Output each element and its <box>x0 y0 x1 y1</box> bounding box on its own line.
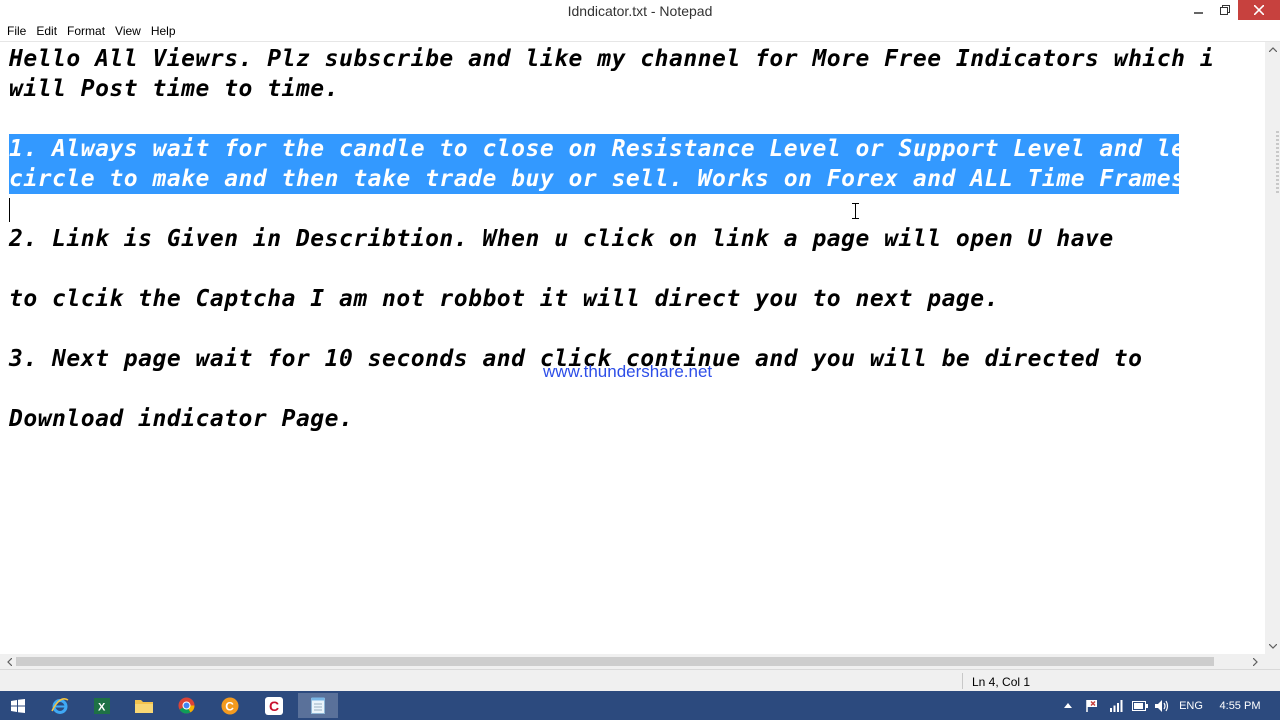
taskbar-file-explorer[interactable] <box>124 693 164 718</box>
tray-volume[interactable] <box>1152 691 1172 720</box>
start-button[interactable] <box>0 693 36 718</box>
windows-start-icon <box>11 698 25 713</box>
text-line-2: will Post time to time. <box>9 76 339 102</box>
flag-icon <box>1086 699 1097 712</box>
menu-edit[interactable]: Edit <box>31 22 62 41</box>
file-explorer-icon <box>135 700 153 713</box>
watermark-text: www.thundershare.net <box>543 362 713 381</box>
camtasia-icon: C <box>265 696 283 715</box>
menu-file[interactable]: File <box>2 22 31 41</box>
chrome-icon <box>178 697 194 714</box>
chevron-up-icon <box>1268 47 1277 52</box>
menu-view[interactable]: View <box>110 22 146 41</box>
chevron-up-icon <box>1064 703 1072 708</box>
taskbar-ie[interactable] <box>40 693 80 718</box>
restore-icon <box>1220 5 1230 15</box>
excel-icon: X <box>94 697 110 714</box>
scroll-up-button[interactable] <box>1265 42 1280 57</box>
chevron-right-icon <box>1253 657 1258 666</box>
menu-bar: File Edit Format View Help <box>0 22 1280 41</box>
network-icon <box>1109 700 1122 712</box>
menu-format[interactable]: Format <box>62 22 110 41</box>
title-bar: Idndicator.txt - Notepad <box>0 0 1280 22</box>
tray-power[interactable] <box>1130 691 1150 720</box>
svg-text:C: C <box>225 699 234 713</box>
tray-clock[interactable]: 4:55 PM <box>1212 691 1268 720</box>
taskbar-excel[interactable]: X <box>82 693 122 718</box>
scrollbar-corner <box>1265 654 1280 669</box>
text-line-13: Download indicator Page. <box>9 406 354 432</box>
taskbar-orange-app[interactable]: C <box>210 693 250 718</box>
taskbar-notepad[interactable] <box>298 693 338 718</box>
selected-text-line-1: 1. Always wait for the candle to close o… <box>9 134 1200 164</box>
scroll-down-button[interactable] <box>1265 639 1280 654</box>
scroll-left-button[interactable] <box>2 654 17 669</box>
status-bar: Ln 4, Col 1 <box>0 669 1280 691</box>
text-line-7: 2. Link is Given in Describtion. When u … <box>9 226 1114 252</box>
scroll-thumb-horizontal[interactable] <box>16 657 1214 666</box>
scroll-right-button[interactable] <box>1248 654 1263 669</box>
svg-text:X: X <box>98 701 106 713</box>
i-beam-cursor-icon <box>852 203 859 219</box>
tray-show-hidden[interactable] <box>1060 691 1076 720</box>
selected-text-line-2: circle to make and then take trade buy o… <box>9 164 1200 194</box>
taskbar: X C C ENG 4:55 PM <box>0 691 1280 720</box>
internet-explorer-icon <box>51 697 69 714</box>
minimize-button[interactable] <box>1186 0 1212 20</box>
taskbar-camtasia[interactable]: C <box>254 693 294 718</box>
chevron-left-icon <box>7 657 12 666</box>
close-icon <box>1254 5 1264 15</box>
volume-icon <box>1155 699 1169 712</box>
scroll-thumb-vertical[interactable] <box>1266 130 1279 194</box>
svg-text:C: C <box>269 698 279 714</box>
tray-action-center[interactable] <box>1082 691 1102 720</box>
tray-language[interactable]: ENG <box>1176 691 1206 720</box>
orange-app-icon: C <box>221 697 239 714</box>
taskbar-chrome[interactable] <box>166 693 206 718</box>
chevron-down-icon <box>1268 644 1277 649</box>
text-line-9: to clcik the Captcha I am not robbot it … <box>9 286 999 312</box>
minimize-icon <box>1194 12 1203 14</box>
tray-network[interactable] <box>1106 691 1126 720</box>
close-button[interactable] <box>1238 0 1280 20</box>
menu-help[interactable]: Help <box>146 22 181 41</box>
battery-icon <box>1132 700 1148 711</box>
text-line-1: Hello All Viewrs. Plz subscribe and like… <box>9 46 1215 72</box>
status-divider <box>962 673 963 689</box>
text-caret <box>9 198 10 222</box>
vertical-scrollbar[interactable] <box>1265 42 1280 654</box>
cursor-position: Ln 4, Col 1 <box>972 675 1031 689</box>
horizontal-scrollbar[interactable] <box>0 654 1265 669</box>
text-editor[interactable]: Hello All Viewrs. Plz subscribe and like… <box>0 42 1265 654</box>
window-title: Idndicator.txt - Notepad <box>567 3 713 19</box>
restore-button[interactable] <box>1212 0 1238 20</box>
notepad-icon <box>311 697 325 714</box>
